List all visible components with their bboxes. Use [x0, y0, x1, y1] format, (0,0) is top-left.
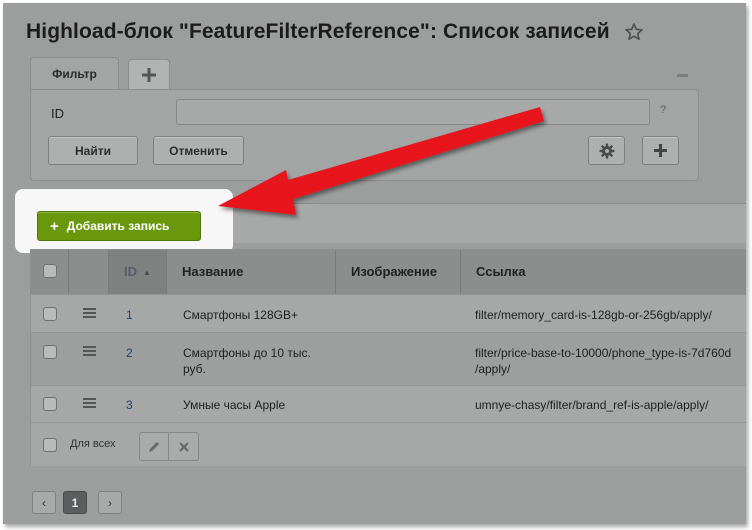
annotation-arrow-icon [218, 107, 544, 215]
page-overlay: Highload-блок "FeatureFilterReference": … [3, 3, 746, 524]
